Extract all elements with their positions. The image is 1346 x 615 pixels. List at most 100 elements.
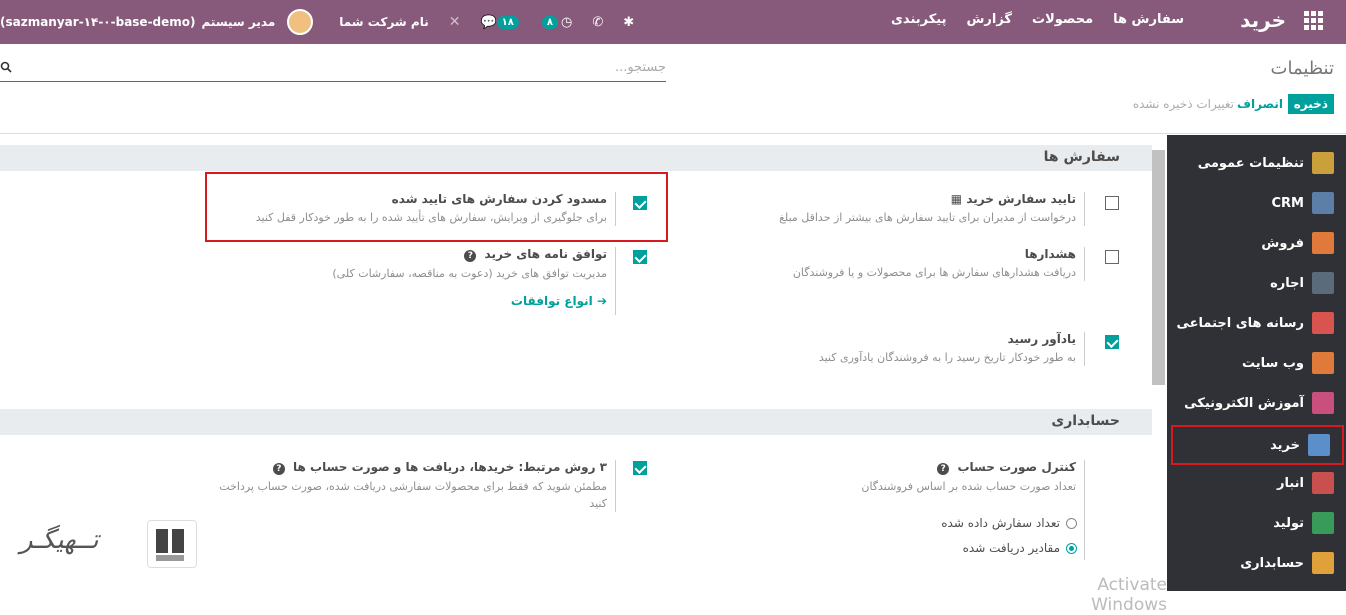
control-panel: تنظیمات جستجو... ذخیره انصراف تغییرات ذخ… xyxy=(0,44,1346,134)
brand-logo-icon xyxy=(147,520,197,568)
save-button[interactable]: ذخیره xyxy=(1287,94,1334,114)
activate-windows-overlay: Activate Windows xyxy=(1091,575,1167,615)
invoice-icon xyxy=(1312,552,1334,574)
sidebar-item-purchase[interactable]: خرید xyxy=(1171,425,1344,465)
chat-menu[interactable]: 💬 ۱۸ xyxy=(480,15,521,30)
setting-title: هشدارها xyxy=(1024,247,1076,261)
scrollbar[interactable] xyxy=(1152,150,1165,385)
help-icon[interactable]: ? xyxy=(272,463,285,475)
sidebar-item-label: تولید xyxy=(1273,515,1304,531)
setting-desc: دریافت هشدارهای سفارش ها برای محصولات و … xyxy=(792,266,1076,279)
discard-button[interactable]: انصراف xyxy=(1237,97,1283,111)
help-icon[interactable]: ? xyxy=(937,463,950,475)
chat-icon: 💬 xyxy=(480,14,497,30)
setting-title: یادآور رسید xyxy=(1007,332,1076,346)
setting-title: کنترل صورت حساب xyxy=(957,460,1076,474)
wrench-icon xyxy=(1312,512,1334,534)
sidebar-item-label: حسابداری xyxy=(1240,555,1304,571)
sidebar-item-label: وب سایت xyxy=(1242,355,1304,371)
setting-warnings: هشدارها دریافت هشدارهای سفارش ها برای مح… xyxy=(735,247,1085,281)
setting-desc: مطمئن شوید که فقط برای محصولات سفارشی در… xyxy=(219,480,607,510)
user-menu[interactable]: (sazmanyar-۱۴-۰-base-demo) مدیر سیستم xyxy=(0,9,314,35)
sidebar-item-elearning[interactable]: آموزش الکترونیکی xyxy=(1167,383,1346,423)
thumbs-up-icon xyxy=(1312,312,1334,334)
search-icon[interactable] xyxy=(0,61,12,73)
gear-icon xyxy=(1312,152,1334,174)
avatar xyxy=(287,9,314,35)
app-brand[interactable]: خرید xyxy=(1240,8,1286,32)
calendar-icon xyxy=(1312,272,1334,294)
search-input[interactable]: جستجو... xyxy=(615,60,666,75)
unsaved-changes-label: تغییرات ذخیره نشده xyxy=(1132,97,1234,111)
radio-received-qty[interactable]: مقادیر دریافت شده xyxy=(963,541,1077,555)
sidebar-item-sales[interactable]: فروش xyxy=(1167,223,1346,263)
three-way-match-checkbox[interactable] xyxy=(633,461,647,475)
setting-desc: درخواست از مدیران برای تایید سفارش های ب… xyxy=(779,211,1076,224)
sidebar-item-inventory[interactable]: انبار xyxy=(1167,463,1346,503)
sidebar-item-social[interactable]: رسانه های اجتماعی xyxy=(1167,303,1346,343)
elearning-icon xyxy=(1312,392,1334,414)
section-header-accounting: حسابداری xyxy=(0,409,1152,435)
search-bar[interactable]: جستجو... xyxy=(0,58,666,82)
setting-title: توافق نامه های خرید xyxy=(484,247,607,261)
settings-content: سفارش ها تایید سفارش خرید ▦ درخواست از م… xyxy=(0,135,1167,615)
purchase-icon xyxy=(1308,434,1330,456)
sidebar-item-crm[interactable]: CRM xyxy=(1167,183,1346,223)
setting-approval: تایید سفارش خرید ▦ درخواست از مدیران برا… xyxy=(735,192,1085,226)
tools-icon[interactable]: ✕ xyxy=(449,14,461,30)
radio-button[interactable] xyxy=(1066,542,1077,554)
radio-button[interactable] xyxy=(1066,517,1077,529)
user-name: مدیر سیستم xyxy=(201,15,276,29)
chat-badge: ۱۸ xyxy=(496,15,519,29)
watermark-text: تــهیگـر xyxy=(20,525,99,555)
approval-checkbox[interactable] xyxy=(1105,196,1119,210)
setting-agreements: توافق نامه های خرید ? مدیریت توافق های خ… xyxy=(276,247,616,315)
sidebar-item-label: آموزش الکترونیکی xyxy=(1184,395,1304,411)
company-switcher[interactable]: نام شرکت شما xyxy=(339,15,428,29)
section-title: سفارش ها xyxy=(1043,149,1120,165)
menu-configuration[interactable]: پیکربندی xyxy=(891,12,946,27)
sidebar-item-website[interactable]: وب سایت xyxy=(1167,343,1346,383)
setting-title: مسدود کردن سفارش های تایید شده xyxy=(391,192,607,206)
watermark-logo: تــهیگـر xyxy=(20,520,197,570)
help-icon[interactable]: ? xyxy=(464,250,477,262)
lock-orders-checkbox[interactable] xyxy=(633,196,647,210)
agreements-checkbox[interactable] xyxy=(633,250,647,264)
section-header-orders: سفارش ها xyxy=(0,145,1152,171)
sidebar-item-general[interactable]: تنظیمات عمومی xyxy=(1167,143,1346,183)
setting-receipt-reminder: یادآور رسید به طور خودکار تاریخ رسید را … xyxy=(735,332,1085,366)
radio-label: مقادیر دریافت شده xyxy=(962,541,1060,555)
warnings-checkbox[interactable] xyxy=(1105,250,1119,264)
sidebar-item-label: اجاره xyxy=(1270,275,1304,291)
handshake-icon xyxy=(1312,192,1334,214)
activity-badge: ۸ xyxy=(541,15,558,29)
clock-icon: ◷ xyxy=(560,14,573,30)
reminder-checkbox[interactable] xyxy=(1105,335,1119,349)
phone-icon[interactable]: ✆ xyxy=(592,15,603,30)
link-label: انواع توافقات xyxy=(510,294,593,308)
sidebar-item-manufacturing[interactable]: تولید xyxy=(1167,503,1346,543)
sidebar-item-label: تنظیمات عمومی xyxy=(1197,155,1304,171)
top-navbar: خرید سفارش ها محصولات گزارش پیکربندی (sa… xyxy=(0,0,1346,44)
setting-title: تایید سفارش خرید xyxy=(966,192,1076,206)
sidebar-item-label: رسانه های اجتماعی xyxy=(1176,315,1304,331)
setting-lock-orders: مسدود کردن سفارش های تایید شده برای جلوگ… xyxy=(206,192,616,226)
sidebar-item-label: انبار xyxy=(1276,475,1304,491)
db-name: (sazmanyar-۱۴-۰-base-demo) xyxy=(0,15,196,29)
box-icon xyxy=(1312,472,1334,494)
menu-products[interactable]: محصولات xyxy=(1032,12,1093,27)
activity-menu[interactable]: ۸ ◷ xyxy=(541,14,573,30)
sidebar-item-rental[interactable]: اجاره xyxy=(1167,263,1346,303)
arrow-right-icon: ➔ xyxy=(596,294,607,308)
setting-desc: به طور خودکار تاریخ رسید را به فروشندگان… xyxy=(818,351,1076,364)
sidebar-item-label: فروش xyxy=(1261,235,1304,251)
globe-icon xyxy=(1312,352,1334,374)
sidebar-item-accounting[interactable]: حسابداری xyxy=(1167,543,1346,583)
agreement-types-link[interactable]: ➔ انواع توافقات xyxy=(276,294,607,308)
menu-orders[interactable]: سفارش ها xyxy=(1113,12,1184,27)
radio-ordered-qty[interactable]: تعداد سفارش داده شده xyxy=(941,516,1077,530)
menu-reports[interactable]: گزارش xyxy=(966,12,1012,27)
bug-icon[interactable]: ✱ xyxy=(623,15,634,30)
apps-grid-icon[interactable] xyxy=(1304,11,1324,31)
building-icon: ▦ xyxy=(950,192,963,206)
